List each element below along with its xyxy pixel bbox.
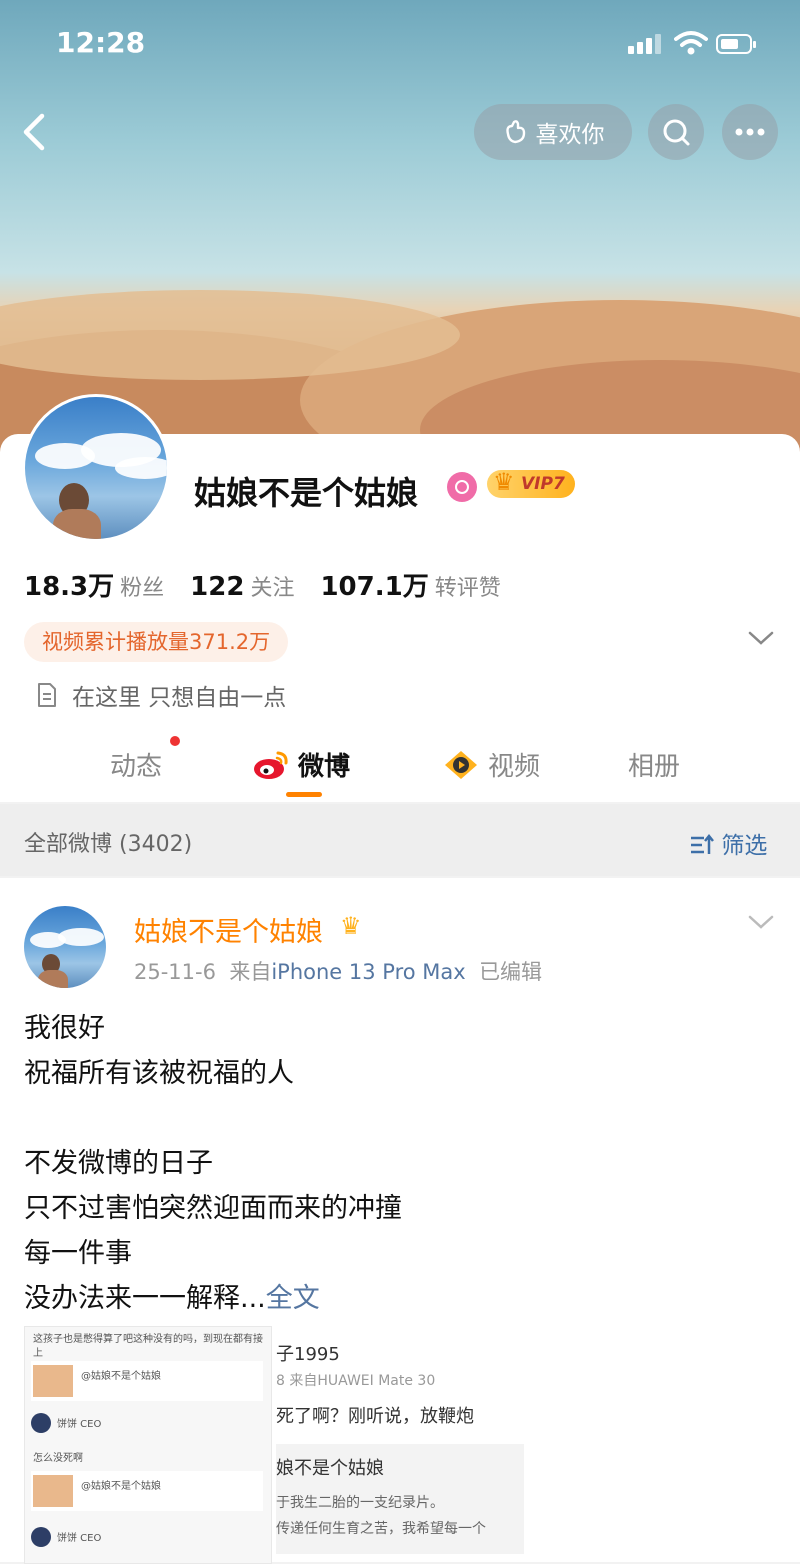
like-you-button[interactable]: 喜欢你 [474, 104, 632, 160]
chevron-down-icon[interactable] [748, 914, 774, 930]
image-text: 死了啊？刚听说，放鞭炮 [276, 1406, 474, 1427]
wifi-icon [674, 31, 708, 55]
tab-label: 动态 [110, 752, 163, 782]
image-text: 于我生二胎的一支纪录片。 [276, 1495, 444, 1511]
status-time: 12:28 [56, 26, 146, 59]
filter-icon [691, 833, 714, 854]
document-icon [38, 683, 56, 707]
crown-icon: ♛ [340, 912, 362, 940]
tab-label: 视频 [488, 752, 541, 782]
post-avatar[interactable] [24, 906, 106, 988]
post-line: 我很好 [24, 1013, 105, 1044]
filter-bar: 全部微博 (3402) 筛选 [0, 804, 800, 876]
image-text: 饼饼 CEO [57, 1533, 102, 1544]
search-icon [663, 119, 690, 146]
signal-icon [628, 34, 664, 54]
filter-label: 筛选 [721, 833, 768, 859]
post-author[interactable]: 姑娘不是个姑娘 [134, 910, 323, 949]
post-edited: 已编辑 [479, 960, 543, 984]
verified-badge-icon [447, 472, 477, 502]
post-image[interactable]: 这孩子也是憋得算了吧这种没有的吗，到现在都有接上 @姑娘不是个姑娘 饼饼 CEO… [24, 1326, 272, 1564]
read-more-link[interactable]: 全文 [266, 1283, 320, 1314]
post-line: 祝福所有该被祝福的人 [24, 1058, 294, 1089]
tab-active-indicator [286, 792, 322, 797]
status-bar: 12:28 [0, 0, 800, 90]
interactions-label: 转评赞 [434, 576, 501, 601]
profile-card: 姑娘不是个姑娘 VIP7 18.3万粉丝 122关注 107.1万转评赞 视频累计播… [0, 394, 800, 802]
bio: 在这里 只想自由一点 [36, 678, 286, 712]
image-text: 8 来自HUAWEI Mate 30 [276, 1373, 436, 1389]
notification-dot [170, 736, 180, 746]
post-line [24, 1096, 402, 1141]
more-dots-icon [735, 128, 765, 136]
more-button[interactable] [722, 104, 778, 160]
image-text: @姑娘不是个姑娘 [81, 1371, 161, 1382]
tab-label: 微博 [298, 752, 351, 782]
image-text: 子1995 [276, 1344, 340, 1365]
tab-album[interactable]: 相册 [628, 746, 680, 783]
filter-button[interactable]: 筛选 [690, 826, 767, 860]
profile-name: 姑娘不是个姑娘 [194, 474, 419, 512]
heart-hand-icon [505, 120, 525, 144]
back-arrow-icon[interactable] [14, 110, 54, 154]
image-quote-card: @姑娘不是个姑娘 [31, 1361, 263, 1401]
video-icon [445, 750, 477, 779]
image-text: 怎么没死啊 [33, 1453, 83, 1464]
tab-dynamic[interactable]: 动态 [110, 746, 162, 783]
followers-count[interactable]: 18.3万 [24, 572, 114, 602]
like-you-label: 喜欢你 [535, 122, 605, 148]
post-line: 不发微博的日子 [24, 1148, 213, 1179]
weibo-logo-icon [254, 751, 288, 779]
post-from-label: 来自 [229, 960, 272, 984]
post-line: 每一件事 [24, 1238, 132, 1269]
video-play-count-tag[interactable]: 视频累计播放量371.2万 [24, 622, 289, 662]
post-card: 姑娘不是个姑娘 ♛ 25-11-6 来自iPhone 13 Pro Max 已编… [0, 878, 800, 1564]
battery-icon [716, 34, 756, 54]
post-images: 这孩子也是憋得算了吧这种没有的吗，到现在都有接上 @姑娘不是个姑娘 饼饼 CEO… [24, 1326, 524, 1564]
post-meta: 25-11-6 来自iPhone 13 Pro Max 已编辑 [134, 956, 542, 986]
search-button[interactable] [648, 104, 704, 160]
post-image[interactable]: 子1995 8 来自HUAWEI Mate 30 死了啊？刚听说，放鞭炮 娘不是… [276, 1326, 524, 1562]
tab-video[interactable]: 视频 [442, 746, 540, 783]
followers-label: 粉丝 [120, 576, 165, 601]
image-text: 饼饼 CEO [57, 1419, 102, 1430]
image-text: @姑娘不是个姑娘 [81, 1481, 161, 1492]
interactions-count[interactable]: 107.1万 [320, 572, 428, 602]
post-device[interactable]: iPhone 13 Pro Max [271, 960, 465, 984]
profile-stats: 18.3万 粉丝 122 关注 107.1万 转评赞 [24, 566, 527, 603]
tab-label: 相册 [628, 752, 681, 782]
following-count[interactable]: 122 [190, 572, 244, 602]
profile-tabs: 动态 微博 视频 相册 [0, 734, 800, 797]
post-date: 25-11-6 [134, 960, 216, 984]
image-text: 娘不是个姑娘 [276, 1458, 384, 1479]
following-label: 关注 [250, 576, 295, 601]
vip-badge[interactable]: VIP7 [487, 468, 575, 498]
post-content: 我很好 祝福所有该被祝福的人 不发微博的日子 只不过害怕突然迎面而来的冲撞 每一… [24, 1006, 402, 1321]
avatar[interactable] [22, 394, 170, 542]
tab-weibo[interactable]: 微博 [252, 746, 350, 783]
image-text: 传递任何生育之苦，我希望每一个 [276, 1521, 486, 1537]
post-line: 没办法来一一解释... [24, 1283, 266, 1314]
all-weibo-count[interactable]: 全部微博 (3402) [24, 826, 192, 858]
post-line: 只不过害怕突然迎面而来的冲撞 [24, 1193, 402, 1224]
bio-text: 在这里 只想自由一点 [72, 685, 287, 711]
chevron-down-icon[interactable] [748, 630, 774, 646]
